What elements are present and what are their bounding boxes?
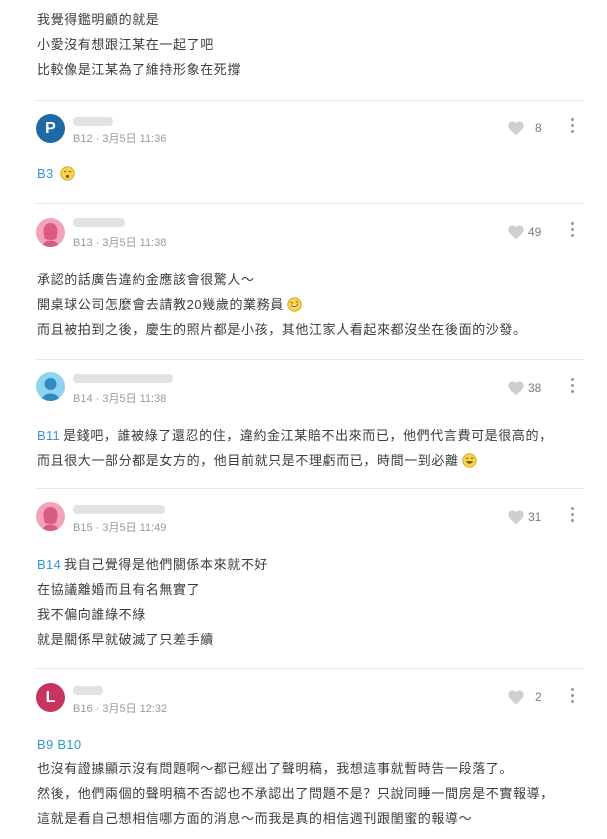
comment-line: 承認的話廣告違約金應該會很驚人～	[37, 272, 255, 287]
heart-icon[interactable]	[507, 120, 525, 136]
comment-meta: B14 · 3月5日 11:38	[73, 393, 167, 405]
author-name[interactable]	[73, 117, 113, 126]
female-avatar-icon	[42, 507, 59, 531]
comment-line: 比較像是江某為了維持形象在死撐	[37, 62, 242, 77]
divider	[36, 668, 584, 669]
comment-line: B3	[37, 166, 75, 182]
floor-mention[interactable]: B14	[37, 557, 61, 572]
comment-meta: B15 · 3月5日 11:49	[73, 522, 167, 534]
like-count: 2	[535, 690, 542, 704]
divider	[36, 100, 584, 101]
comment-line: 而且很大一部分都是女方的，他目前就只是不理虧而已，時間一到必離	[37, 453, 477, 469]
like-count: 8	[535, 121, 542, 135]
more-options-icon[interactable]	[567, 378, 577, 394]
comment-line: B14 我自己覺得是他們關係本來就不好	[37, 557, 269, 572]
comment-meta: B13 · 3月5日 11:38	[73, 237, 167, 249]
divider	[36, 488, 584, 489]
more-options-icon[interactable]	[567, 688, 577, 704]
comment-line: 我覺得鑑明顧的就是	[37, 12, 160, 27]
like-count: 49	[528, 225, 542, 239]
avatar[interactable]: L	[36, 683, 65, 712]
more-options-icon[interactable]	[567, 222, 577, 238]
male-avatar-icon	[41, 378, 60, 401]
divider	[36, 203, 584, 204]
comment-line: 我不偏向誰綠不綠	[37, 607, 146, 622]
like-count: 31	[528, 510, 542, 524]
floor-mention[interactable]: B3	[37, 166, 54, 181]
more-options-icon[interactable]	[567, 507, 577, 523]
comment-line: B9 B10	[37, 737, 84, 753]
author-name[interactable]	[73, 686, 103, 695]
comment-line: 也沒有證據顯示沒有問題啊～都已經出了聲明稿，我想這事就暫時告一段落了。	[37, 761, 514, 776]
comment-line: 然後，他們兩個的聲明稿不否認也不承認出了問題不是？只說同睡一間房是不實報導，	[37, 786, 554, 801]
author-name[interactable]	[73, 374, 173, 383]
comment-line: 小愛沒有想跟江某在一起了吧	[37, 37, 214, 52]
dizzy-emoji-icon	[59, 166, 75, 181]
avatar[interactable]	[36, 372, 65, 401]
more-options-icon[interactable]	[567, 118, 577, 134]
heart-icon[interactable]	[507, 224, 525, 240]
comment-line: B11 是錢吧，誰被綠了還忍的住，違約金江某賠不出來而已，他們代言費可是很高的，	[37, 428, 553, 443]
comment-line: 在協議離婚而且有名無實了	[37, 582, 201, 597]
author-name[interactable]	[73, 505, 165, 514]
comment-meta: B16 · 3月5日 12:32	[73, 703, 168, 715]
comment-line: 而且被拍到之後，慶生的照片都是小孩，其他江家人看起來都沒坐在後面的沙發。	[37, 322, 527, 337]
heart-icon[interactable]	[507, 509, 525, 525]
comment-line: 就是關係早就破滅了只差手續	[37, 632, 214, 647]
heart-icon[interactable]	[507, 689, 525, 705]
avatar[interactable]	[36, 218, 65, 247]
floor-mention[interactable]: B9 B10	[37, 737, 81, 752]
female-avatar-icon	[42, 223, 59, 247]
divider	[36, 359, 584, 360]
like-count: 38	[528, 381, 542, 395]
comment-line: 這就是看自己想相信哪方面的消息～而我是真的相信週刊跟閨蜜的報導～	[37, 811, 473, 826]
author-name[interactable]	[73, 218, 125, 227]
comment-line: 開桌球公司怎麼會去請教20幾歲的業務員	[37, 297, 302, 313]
floor-mention[interactable]: B11	[37, 428, 60, 443]
comment-meta: B12 · 3月5日 11:36	[73, 133, 167, 145]
laughing-emoji-icon	[461, 453, 477, 468]
avatar[interactable]: P	[36, 114, 65, 143]
rofl-emoji-icon	[287, 297, 302, 312]
heart-icon[interactable]	[507, 380, 525, 396]
avatar[interactable]	[36, 502, 65, 531]
